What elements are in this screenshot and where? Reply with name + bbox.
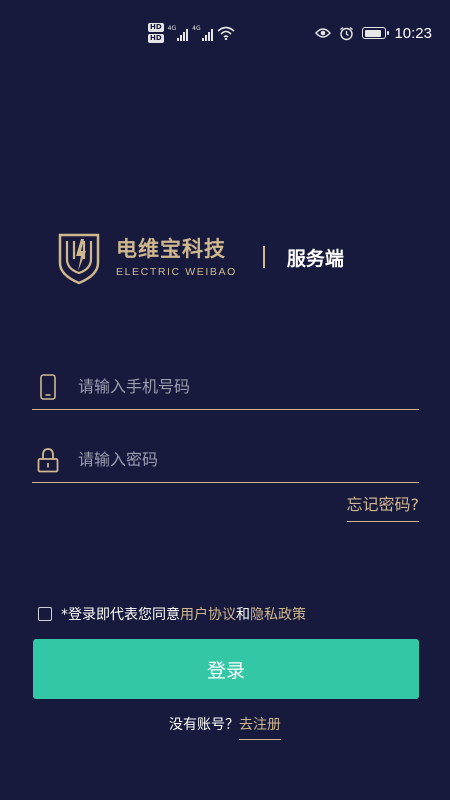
hd-badge: HD (148, 23, 164, 32)
hd-badge: HD (148, 34, 164, 43)
phone-icon (36, 373, 60, 401)
wifi-icon (217, 26, 235, 40)
privacy-policy-link[interactable]: 隐私政策 (250, 604, 306, 624)
network-type-label: 4G (192, 25, 201, 32)
battery-icon (362, 27, 390, 39)
status-bar: HD HD 4G 4G 10:23 (0, 0, 450, 64)
no-account-text: 没有账号？ (169, 717, 239, 733)
brand-header: 电维宝科技 ELECTRIC WEIBAO 服务端 (56, 228, 396, 286)
password-input[interactable] (78, 450, 378, 469)
phone-input[interactable] (78, 377, 378, 396)
brand-divider (262, 246, 265, 268)
password-field (32, 437, 419, 483)
user-agreement-link[interactable]: 用户协议 (180, 604, 236, 624)
cellular-signal-icon: 4G (192, 25, 213, 41)
battery-level (364, 29, 382, 37)
agreement-row: *登录即代表您同意 用户协议 和 隐私政策 (38, 604, 306, 624)
hd-badges: HD HD (148, 23, 164, 43)
brand-name-en: ELECTRIC WEIBAO (116, 266, 237, 278)
phone-field (32, 364, 419, 410)
agreement-prefix: *登录即代表您同意 (61, 607, 180, 623)
status-left-group: HD HD 4G 4G (148, 20, 235, 46)
status-right-group: 10:23 (315, 22, 432, 44)
agreement-checkbox[interactable] (38, 607, 52, 621)
lock-icon (36, 446, 60, 474)
alarm-icon (340, 26, 354, 40)
brand-subtitle: 服务端 (286, 247, 344, 270)
agreement-and: 和 (236, 607, 250, 623)
register-row: 没有账号？ 去注册 (0, 714, 450, 740)
register-link[interactable]: 去注册 (239, 714, 281, 740)
login-button[interactable]: 登录 (33, 639, 419, 699)
forgot-password-link[interactable]: 忘记密码? (346, 491, 419, 522)
clock: 10:23 (394, 24, 432, 42)
eye-icon (315, 28, 332, 38)
shield-logo-icon (58, 233, 100, 285)
brand-text: 电维宝科技 ELECTRIC WEIBAO (116, 236, 237, 278)
network-type-label: 4G (167, 25, 177, 32)
brand-name-cn: 电维宝科技 (116, 237, 226, 261)
cellular-signal-icon: 4G (167, 25, 189, 41)
